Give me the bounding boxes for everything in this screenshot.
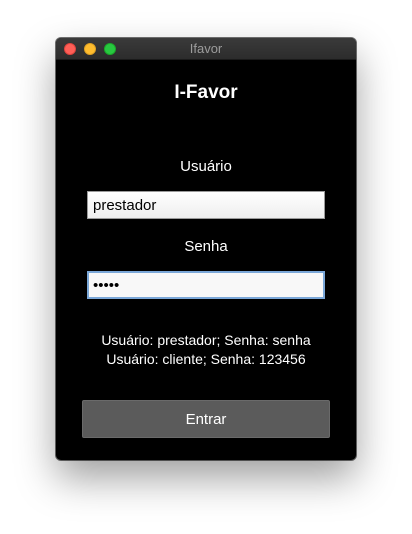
username-input[interactable] [87, 191, 325, 219]
username-label: Usuário [180, 158, 232, 175]
password-label: Senha [184, 238, 228, 255]
window-title: Ifavor [189, 41, 223, 56]
title-bar[interactable]: Ifavor [56, 38, 356, 60]
app-title: I-Favor [174, 82, 238, 103]
credentials-hint-2: Usuário: cliente; Senha: 123456 [106, 351, 306, 367]
app-window: Ifavor I-Favor Usuário Senha Usuário: pr… [56, 38, 356, 460]
credentials-hint-1: Usuário: prestador; Senha: senha [101, 332, 311, 348]
enter-button[interactable]: Entrar [82, 400, 330, 438]
password-input[interactable] [87, 271, 325, 299]
